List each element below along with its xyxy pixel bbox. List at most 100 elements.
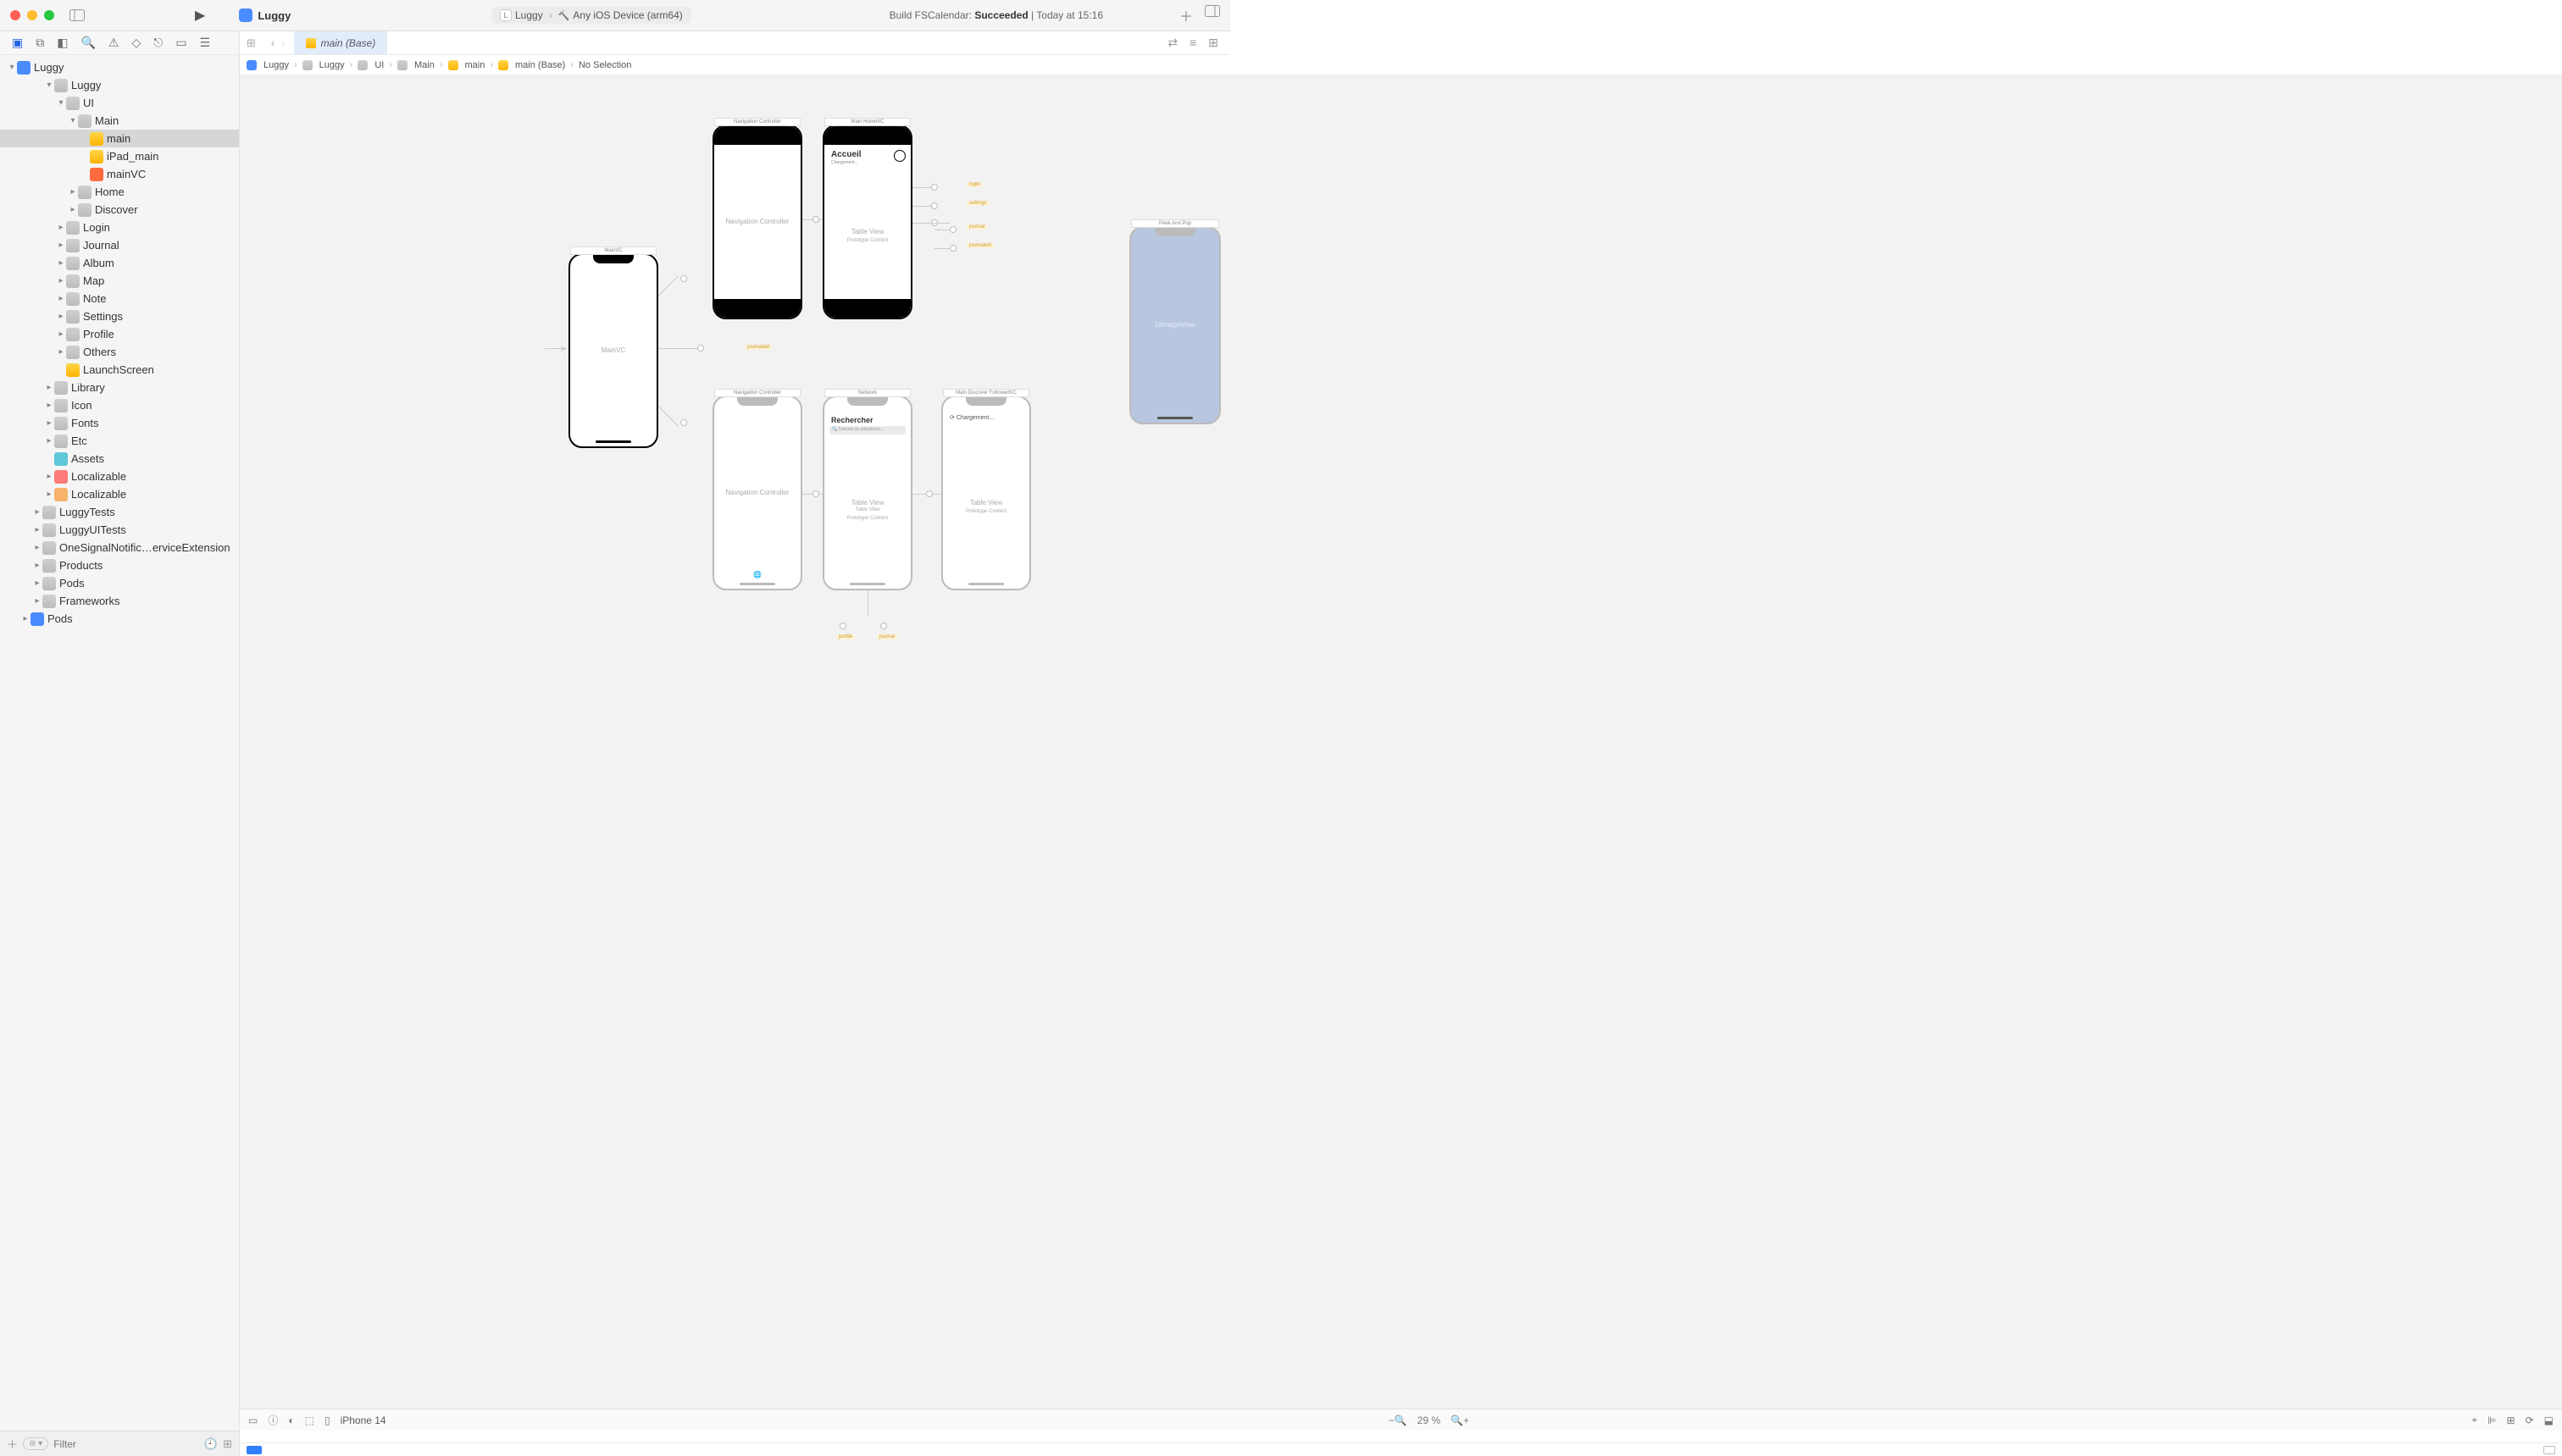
zoom-in-icon[interactable]: 🔍+ <box>1450 1414 1469 1426</box>
disclosure-icon[interactable]: ▾ <box>56 98 66 108</box>
source-control-icon[interactable]: ⧉ <box>36 36 44 50</box>
tree-item-note[interactable]: ▸Note <box>0 290 239 307</box>
disclosure-icon[interactable]: ▸ <box>56 241 66 250</box>
disclosure-icon[interactable]: ▾ <box>44 80 54 90</box>
segue-journal[interactable]: journal <box>967 224 987 230</box>
disclosure-icon[interactable]: ▸ <box>44 418 54 428</box>
disclosure-icon[interactable]: ▸ <box>32 596 42 606</box>
tree-item-album[interactable]: ▸Album <box>0 254 239 272</box>
tree-item-fonts[interactable]: ▸Fonts <box>0 414 239 432</box>
disclosure-icon[interactable]: ▸ <box>20 614 30 623</box>
add-editor-icon[interactable]: ⊞ <box>1208 36 1218 50</box>
disclosure-icon[interactable]: ▸ <box>56 276 66 285</box>
tree-item-main[interactable]: ▾Main <box>0 112 239 130</box>
disclosure-icon[interactable]: ▸ <box>68 187 78 197</box>
pin-icon[interactable]: ⊞ <box>2507 1414 2515 1426</box>
find-navigator-icon[interactable]: 🔍 <box>80 36 95 50</box>
toggle-debug-area-icon[interactable] <box>2543 1446 2555 1454</box>
zoom-out-icon[interactable]: −🔍 <box>1389 1414 1407 1426</box>
disclosure-icon[interactable]: ▸ <box>56 294 66 303</box>
disclosure-icon[interactable]: ▸ <box>56 347 66 357</box>
scene-navcontroller-1[interactable]: Navigation Controller Navigation Control… <box>713 125 802 319</box>
tree-item-discover[interactable]: ▸Discover <box>0 201 239 219</box>
nav-back-icon[interactable]: ‹ <box>271 36 274 49</box>
tree-item-icon[interactable]: ▸Icon <box>0 396 239 414</box>
tree-item-main[interactable]: main <box>0 130 239 147</box>
run-button[interactable]: ▶ <box>195 7 205 24</box>
breadcrumb-2[interactable]: UI <box>358 60 384 70</box>
debug-navigator-icon[interactable]: ⎋ <box>153 36 163 50</box>
segue-journalold[interactable]: journalold <box>745 345 772 350</box>
tree-root[interactable]: ▾ Luggy <box>0 58 239 76</box>
tree-item-map[interactable]: ▸Map <box>0 272 239 290</box>
editor-options-icon[interactable]: ≡ <box>1190 36 1196 50</box>
zoom-icon[interactable] <box>44 10 54 20</box>
document-outline-icon[interactable]: ▭ <box>248 1414 258 1426</box>
tree-item-launchscreen[interactable]: LaunchScreen <box>0 361 239 379</box>
breadcrumb-1[interactable]: Luggy <box>302 60 345 70</box>
tree-item-ui[interactable]: ▾UI <box>0 94 239 112</box>
nav-forward-icon[interactable]: › <box>281 36 285 49</box>
toggle-navigator-icon[interactable] <box>69 9 85 21</box>
tree-item-luggy[interactable]: ▾Luggy <box>0 76 239 94</box>
device-label[interactable]: iPhone 14 <box>341 1414 386 1426</box>
tree-item-journal[interactable]: ▸Journal <box>0 236 239 254</box>
tree-item-ipad-main[interactable]: iPad_main <box>0 147 239 165</box>
disclosure-icon[interactable]: ▾ <box>68 116 78 125</box>
tree-item-luggyuitests[interactable]: ▸LuggyUITests <box>0 521 239 539</box>
appearance-icon[interactable]: ◐ <box>288 1414 294 1426</box>
add-file-icon[interactable]: ＋ <box>7 1436 18 1452</box>
segue-login[interactable]: login <box>967 182 983 187</box>
disclosure-icon[interactable]: ▸ <box>32 543 42 552</box>
scene-navcontroller-2[interactable]: Navigation Controller Navigation Control… <box>713 396 802 590</box>
tree-item-mainvc[interactable]: mainVC <box>0 165 239 183</box>
segue-settings[interactable]: settings <box>967 201 990 206</box>
tree-item-login[interactable]: ▸Login <box>0 219 239 236</box>
disclosure-icon[interactable]: ▸ <box>56 258 66 268</box>
test-navigator-icon[interactable]: ◇ <box>131 36 141 50</box>
breadcrumb-4[interactable]: main <box>448 60 485 70</box>
scene-home[interactable]: Main HomeVC Accueil Chargement... Table … <box>823 125 912 319</box>
tree-item-profile[interactable]: ▸Profile <box>0 325 239 343</box>
tree-item-onesignalnotific-erviceextension[interactable]: ▸OneSignalNotific…erviceExtension <box>0 539 239 556</box>
embed-in-icon[interactable]: ⌖ <box>2471 1414 2477 1426</box>
disclosure-icon[interactable]: ▸ <box>32 525 42 534</box>
segue-profile[interactable]: profile <box>836 634 855 639</box>
tree-item-library[interactable]: ▸Library <box>0 379 239 396</box>
report-navigator-icon[interactable]: ☰ <box>200 36 211 50</box>
tree-item-etc[interactable]: ▸Etc <box>0 432 239 450</box>
disclosure-icon[interactable]: ▸ <box>44 472 54 481</box>
breakpoint-toggle-icon[interactable] <box>247 1446 262 1454</box>
disclosure-icon[interactable]: ▾ <box>7 63 17 72</box>
tree-item-pods[interactable]: ▸Pods <box>0 574 239 592</box>
resolve-issues-icon[interactable]: ⟳ <box>2526 1414 2534 1426</box>
disclosure-icon[interactable]: ▸ <box>56 312 66 321</box>
disclosure-icon[interactable]: ▸ <box>68 205 78 214</box>
disclosure-icon[interactable]: ▸ <box>44 490 54 499</box>
zoom-level[interactable]: 29 % <box>1417 1414 1440 1426</box>
orientation-icon[interactable]: ⬚ <box>305 1414 314 1426</box>
segue-journal2[interactable]: journal <box>877 634 897 639</box>
runtime-issues-icon[interactable]: ⓘ <box>268 1413 278 1427</box>
tree-item-products[interactable]: ▸Products <box>0 556 239 574</box>
tree-item-settings[interactable]: ▸Settings <box>0 307 239 325</box>
activity-status[interactable]: Build FSCalendar: Succeeded | Today at 1… <box>890 9 1103 21</box>
breadcrumb-0[interactable]: Luggy <box>247 60 289 70</box>
scene-peek-pop[interactable]: Peek And Pop UIImageView <box>1129 226 1221 424</box>
tree-item-others[interactable]: ▸Others <box>0 343 239 361</box>
embed-stack-icon[interactable]: ⬓ <box>2544 1414 2554 1426</box>
tree-item-frameworks[interactable]: ▸Frameworks <box>0 592 239 610</box>
breadcrumb-5[interactable]: main (Base) <box>498 60 565 70</box>
tree-item-home[interactable]: ▸Home <box>0 183 239 201</box>
disclosure-icon[interactable]: ▸ <box>32 561 42 570</box>
storyboard-canvas[interactable]: ➤ MainVC MainVC Navigation Controller Na… <box>240 75 2562 1431</box>
symbol-navigator-icon[interactable]: ◧ <box>57 36 68 50</box>
refresh-icon[interactable]: ⇄ <box>1167 36 1178 50</box>
tree-item-assets[interactable]: Assets <box>0 450 239 468</box>
disclosure-icon[interactable]: ▸ <box>56 329 66 339</box>
project-navigator[interactable]: ▾ Luggy ▾Luggy▾UI▾MainmainiPad_mainmainV… <box>0 55 240 1431</box>
tree-item-localizable[interactable]: ▸Localizable <box>0 485 239 503</box>
breadcrumb-6[interactable]: No Selection <box>579 60 631 70</box>
scm-status-icon[interactable]: ⊞ <box>223 1437 232 1451</box>
disclosure-icon[interactable]: ▸ <box>56 223 66 232</box>
